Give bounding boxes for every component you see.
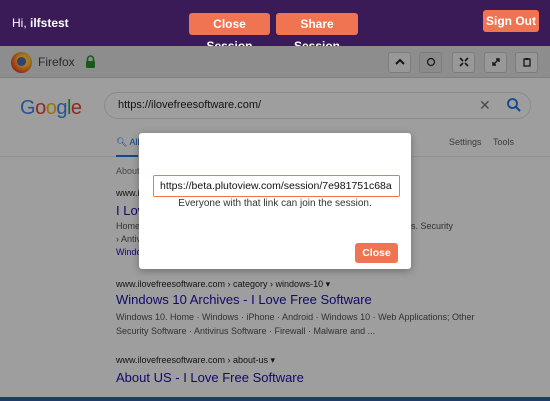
dialog-close-button[interactable]: Close (355, 243, 398, 263)
share-link-field[interactable]: https://beta.plutoview.com/session/7e981… (153, 175, 400, 197)
sign-out-button[interactable]: Sign Out (483, 10, 539, 32)
greeting: Hi, ilfstest (12, 16, 69, 30)
app-header: Hi, ilfstest Close Session Share Session… (0, 0, 550, 53)
share-session-dialog: https://beta.plutoview.com/session/7e981… (139, 133, 411, 269)
greeting-prefix: Hi, (12, 16, 30, 30)
share-note: Everyone with that link can join the ses… (178, 198, 372, 209)
share-link-text[interactable]: https://beta.plutoview.com/session/7e981… (160, 180, 392, 192)
username: ilfstest (30, 16, 69, 30)
share-session-button[interactable]: Share Session (276, 13, 358, 53)
bottom-bar (0, 397, 550, 401)
close-session-button[interactable]: Close Session (189, 13, 270, 53)
